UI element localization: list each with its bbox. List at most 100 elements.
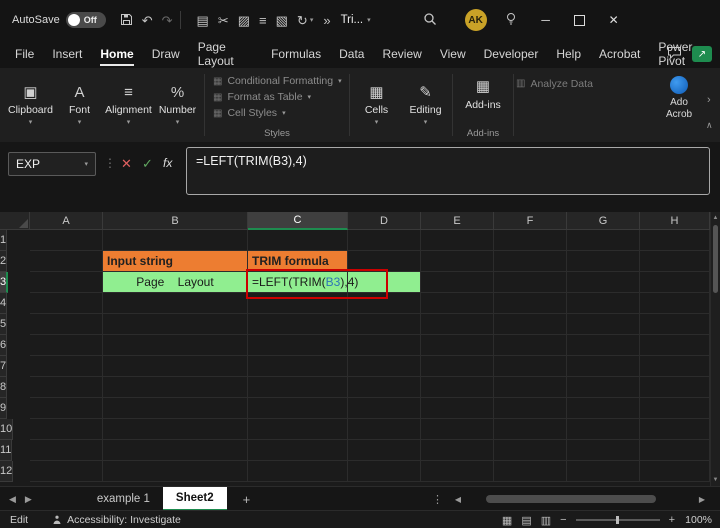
cell-B2[interactable]: Input string <box>103 251 248 272</box>
cell-B11[interactable] <box>103 440 248 461</box>
cell-G10[interactable] <box>567 419 640 440</box>
cell-D6[interactable] <box>348 335 421 356</box>
tab-page-layout[interactable]: Page Layout <box>189 40 262 68</box>
cell-F2[interactable] <box>494 251 567 272</box>
cell-C8[interactable] <box>248 377 348 398</box>
cell-H8[interactable] <box>640 377 710 398</box>
row-header-7[interactable]: 7 <box>0 356 7 377</box>
save-icon[interactable] <box>120 13 133 28</box>
cell-G2[interactable] <box>567 251 640 272</box>
sheet-tab-sheet2[interactable]: Sheet2 <box>163 487 227 511</box>
cell-G9[interactable] <box>567 398 640 419</box>
formula-input[interactable]: =LEFT(TRIM(B3),4) <box>186 147 710 195</box>
page-break-view-button[interactable]: ▥ <box>541 514 551 527</box>
cell-F1[interactable] <box>494 230 567 251</box>
zoom-slider-thumb[interactable] <box>616 516 619 524</box>
horizontal-scroll-track[interactable] <box>464 494 696 504</box>
clipboard-group-button[interactable]: ▣Clipboard▾ <box>6 68 55 142</box>
row-header-3[interactable]: 3 <box>0 272 8 293</box>
autosave-switch[interactable]: Off <box>66 12 106 28</box>
confirm-entry-button[interactable]: ✓ <box>142 156 153 172</box>
autosave-toggle[interactable]: AutoSave Off <box>12 12 106 28</box>
cell-C6[interactable] <box>248 335 348 356</box>
tab-file[interactable]: File <box>6 40 43 68</box>
cell-F8[interactable] <box>494 377 567 398</box>
tab-insert[interactable]: Insert <box>43 40 91 68</box>
ribbon-scroll-right-icon[interactable]: › <box>707 94 711 106</box>
tabbar-divider-dots[interactable]: ⋮ <box>432 493 443 506</box>
column-header-G[interactable]: G <box>567 212 640 230</box>
select-all-button[interactable] <box>0 212 30 230</box>
cell-A4[interactable] <box>30 293 103 314</box>
scroll-right-icon[interactable]: ▶ <box>696 495 708 504</box>
cell-G6[interactable] <box>567 335 640 356</box>
cell-H5[interactable] <box>640 314 710 335</box>
cell-H1[interactable] <box>640 230 710 251</box>
zoom-slider[interactable] <box>576 519 660 521</box>
collapse-ribbon-icon[interactable]: ∧ <box>706 120 713 131</box>
cell-D8[interactable] <box>348 377 421 398</box>
close-button[interactable]: ✕ <box>597 0 631 40</box>
cell-D3[interactable] <box>348 272 421 293</box>
row-header-9[interactable]: 9 <box>0 398 7 419</box>
row-header-12[interactable]: 12 <box>0 461 13 482</box>
cell-G12[interactable] <box>567 461 640 482</box>
sheet-tab-example-1[interactable]: example 1 <box>84 487 163 511</box>
row-header-8[interactable]: 8 <box>0 377 7 398</box>
cell-C4[interactable] <box>248 293 348 314</box>
sheet-nav-right-icon[interactable]: ▶ <box>25 494 32 505</box>
row-header-6[interactable]: 6 <box>0 335 7 356</box>
cell-E1[interactable] <box>421 230 494 251</box>
vertical-scrollbar[interactable]: ▲ ▼ <box>710 212 720 486</box>
cancel-entry-button[interactable]: ✕ <box>121 156 132 172</box>
cell-C12[interactable] <box>248 461 348 482</box>
cell-B6[interactable] <box>103 335 248 356</box>
cell-G8[interactable] <box>567 377 640 398</box>
cell-B8[interactable] <box>103 377 248 398</box>
cell-B7[interactable] <box>103 356 248 377</box>
cell-C7[interactable] <box>248 356 348 377</box>
cell-H7[interactable] <box>640 356 710 377</box>
cell-E12[interactable] <box>421 461 494 482</box>
font-group-button[interactable]: AFont▾ <box>55 68 104 142</box>
cell-H6[interactable] <box>640 335 710 356</box>
cut-icon[interactable]: ✂ <box>218 14 229 27</box>
cell-B9[interactable] <box>103 398 248 419</box>
cell-A9[interactable] <box>30 398 103 419</box>
alignment-group-button[interactable]: ≡Alignment▾ <box>104 68 153 142</box>
cell-D2[interactable] <box>348 251 421 272</box>
workbook-icon[interactable]: ▤ <box>197 14 209 27</box>
cell-F10[interactable] <box>494 419 567 440</box>
zoom-in-button[interactable]: + <box>669 514 675 526</box>
cell-E10[interactable] <box>421 419 494 440</box>
lightbulb-icon[interactable] <box>505 12 517 28</box>
cell-B12[interactable] <box>103 461 248 482</box>
cell-D9[interactable] <box>348 398 421 419</box>
cell-A12[interactable] <box>30 461 103 482</box>
tab-acrobat[interactable]: Acrobat <box>590 40 649 68</box>
row-header-5[interactable]: 5 <box>0 314 7 335</box>
tab-developer[interactable]: Developer <box>475 40 548 68</box>
column-header-E[interactable]: E <box>421 212 494 230</box>
name-box[interactable]: EXP ▾ <box>8 152 96 176</box>
cell-G4[interactable] <box>567 293 640 314</box>
align-icon[interactable]: ≡ <box>259 14 267 27</box>
search-icon[interactable] <box>423 12 437 28</box>
insert-function-button[interactable]: fx <box>163 156 172 170</box>
cell-E4[interactable] <box>421 293 494 314</box>
tab-view[interactable]: View <box>431 40 475 68</box>
cell-B5[interactable] <box>103 314 248 335</box>
cell-H12[interactable] <box>640 461 710 482</box>
cell-H9[interactable] <box>640 398 710 419</box>
picture-icon[interactable]: ▨ <box>238 14 250 27</box>
cell-A7[interactable] <box>30 356 103 377</box>
page-layout-view-button[interactable]: ▤ <box>521 514 531 527</box>
tab-data[interactable]: Data <box>330 40 373 68</box>
cell-B10[interactable] <box>103 419 248 440</box>
cell-F4[interactable] <box>494 293 567 314</box>
row-header-11[interactable]: 11 <box>0 440 12 461</box>
maximize-button[interactable] <box>563 0 597 40</box>
cell-H11[interactable] <box>640 440 710 461</box>
scroll-down-icon[interactable]: ▼ <box>711 475 720 485</box>
minimize-button[interactable]: ─ <box>529 0 563 40</box>
